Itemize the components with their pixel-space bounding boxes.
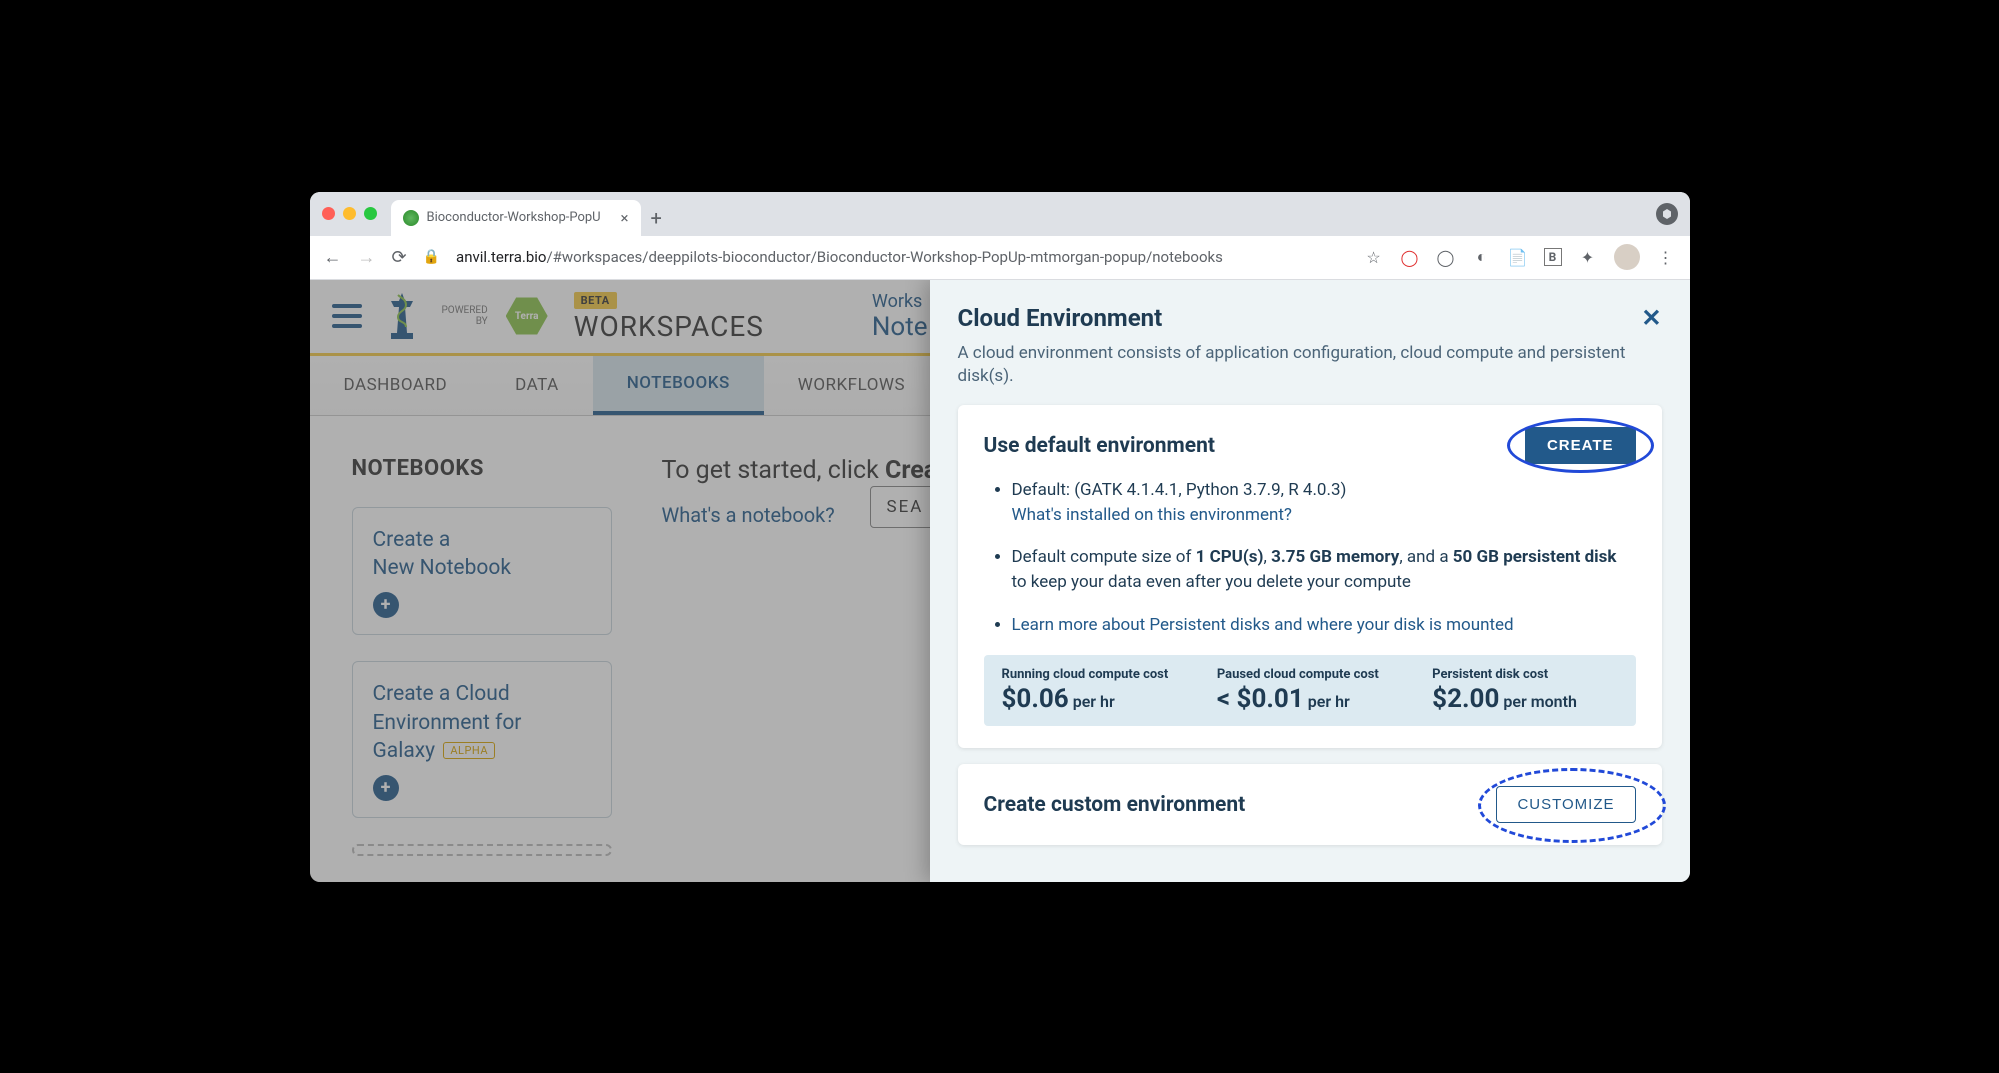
reload-button[interactable]: ⟳ <box>392 247 407 268</box>
annotation-ring-create <box>1507 418 1654 473</box>
default-environment-card: Use default environment CREATE Default: … <box>958 405 1662 748</box>
browser-toolbar: ← → ⟳ 🔒 anvil.terra.bio/#workspaces/deep… <box>310 236 1690 280</box>
annotation-ring-customize <box>1478 768 1665 843</box>
close-icon[interactable]: ✕ <box>1641 304 1661 332</box>
browser-window: Bioconductor-Workshop-PopU × + ← → ⟳ 🔒 a… <box>310 192 1690 882</box>
panel-subtitle: A cloud environment consists of applicat… <box>958 342 1662 390</box>
favicon-icon <box>403 210 419 226</box>
compute-size-item: Default compute size of 1 CPU(s), 3.75 G… <box>1012 545 1636 594</box>
custom-environment-card: Create custom environment CUSTOMIZE <box>958 764 1662 845</box>
browser-tab[interactable]: Bioconductor-Workshop-PopU × <box>391 200 641 236</box>
star-icon[interactable]: ☆ <box>1364 247 1384 267</box>
disk-cost-label: Persistent disk cost <box>1432 667 1617 682</box>
paused-cost-value: < $0.01 per hr <box>1217 684 1402 714</box>
running-cost-value: $0.06 per hr <box>1002 684 1187 714</box>
guest-profile-icon[interactable] <box>1656 203 1678 225</box>
window-controls <box>322 207 377 220</box>
custom-env-heading: Create custom environment <box>984 793 1246 817</box>
forward-button[interactable]: → <box>358 247 376 268</box>
ext-icon-1[interactable]: ◯ <box>1400 247 1420 267</box>
paused-cost-label: Paused cloud compute cost <box>1217 667 1402 682</box>
whats-installed-link[interactable]: What's installed on this environment? <box>1012 505 1292 525</box>
default-env-heading: Use default environment <box>984 434 1215 458</box>
window-close-icon[interactable] <box>322 207 335 220</box>
ext-icon-2[interactable]: ◯ <box>1436 247 1456 267</box>
learn-more-link[interactable]: Learn more about Persistent disks and wh… <box>1012 615 1514 635</box>
running-cost-label: Running cloud compute cost <box>1002 667 1187 682</box>
back-button[interactable]: ← <box>324 247 342 268</box>
window-min-icon[interactable] <box>343 207 356 220</box>
extensions-icon[interactable]: ✦ <box>1578 247 1598 267</box>
ext-icon-5[interactable]: B <box>1544 248 1562 266</box>
lock-icon[interactable]: 🔒 <box>423 249 440 265</box>
ext-icon-4[interactable]: 📄 <box>1508 247 1528 267</box>
profile-avatar[interactable] <box>1614 244 1640 270</box>
terra-app: POWEREDBY Terra BETA WORKSPACES Works No… <box>310 280 1690 882</box>
ext-icon-3[interactable]: ◐ <box>1472 247 1492 267</box>
tab-title: Bioconductor-Workshop-PopU <box>427 210 613 225</box>
address-bar[interactable]: anvil.terra.bio/#workspaces/deeppilots-b… <box>456 248 1347 266</box>
disk-cost-value: $2.00 per month <box>1432 684 1617 714</box>
tab-close-icon[interactable]: × <box>620 209 628 227</box>
cloud-environment-panel: Cloud Environment ✕ A cloud environment … <box>930 280 1690 882</box>
new-tab-button[interactable]: + <box>651 206 662 230</box>
default-spec-item: Default: (GATK 4.1.4.1, Python 3.7.9, R … <box>1012 478 1636 527</box>
cost-row: Running cloud compute cost $0.06 per hr … <box>984 655 1636 726</box>
panel-title: Cloud Environment <box>958 304 1163 332</box>
window-max-icon[interactable] <box>364 207 377 220</box>
learn-more-item: Learn more about Persistent disks and wh… <box>1012 613 1636 638</box>
browser-menu-icon[interactable]: ⋮ <box>1656 247 1676 267</box>
browser-tab-strip: Bioconductor-Workshop-PopU × + <box>310 192 1690 236</box>
